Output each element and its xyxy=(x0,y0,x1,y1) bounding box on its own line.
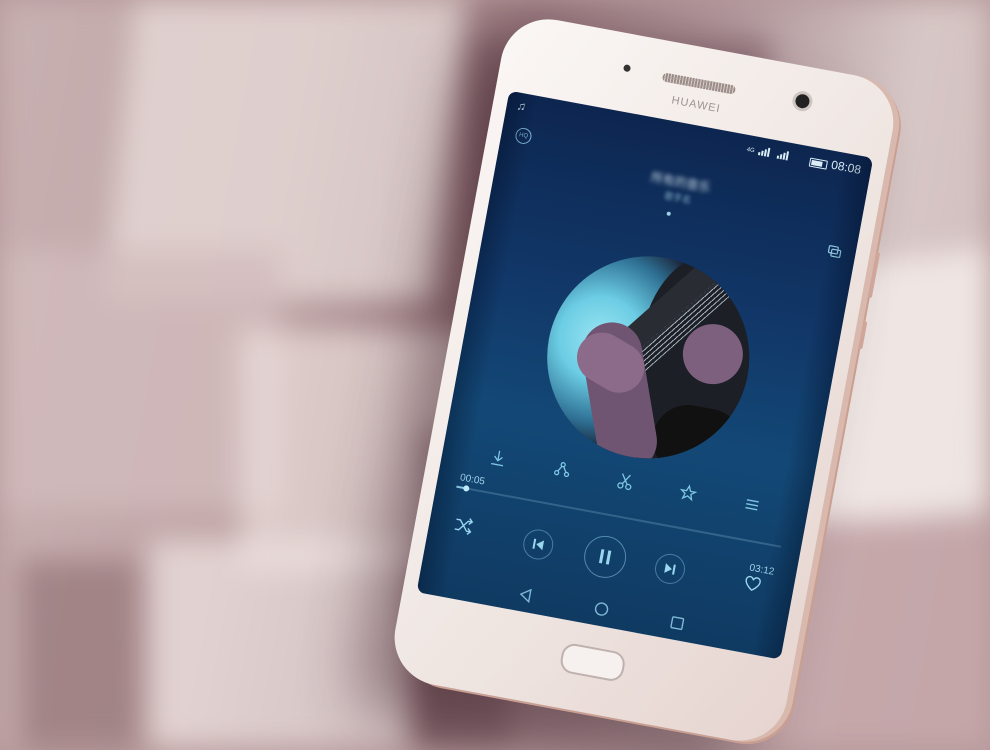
home-icon[interactable] xyxy=(592,600,611,619)
music-note-icon: ♫ xyxy=(515,98,528,114)
heart-icon[interactable] xyxy=(742,574,763,595)
home-button[interactable] xyxy=(558,641,627,683)
status-time: 08:08 xyxy=(830,157,863,177)
next-icon xyxy=(664,563,676,575)
album-art[interactable] xyxy=(530,239,766,476)
battery-icon xyxy=(808,157,829,170)
front-camera xyxy=(794,93,811,110)
shuffle-icon[interactable] xyxy=(452,514,475,537)
proximity-sensor xyxy=(622,64,632,73)
back-icon[interactable] xyxy=(517,586,536,605)
pause-icon xyxy=(598,549,612,565)
page-indicator xyxy=(666,211,672,217)
progress-knob[interactable] xyxy=(462,484,470,492)
next-button[interactable] xyxy=(652,551,688,587)
download-icon[interactable] xyxy=(486,445,512,471)
cut-icon[interactable] xyxy=(612,468,638,494)
previous-button[interactable] xyxy=(520,527,556,562)
projection-icon[interactable] xyxy=(827,243,843,259)
music-player-screen: ♫ 4G 08:08 HQ 所有的音乐 歌手名 00:05 03:12 xyxy=(416,90,874,660)
share-icon[interactable] xyxy=(549,457,575,483)
network-type: 4G xyxy=(746,146,756,155)
recents-icon[interactable] xyxy=(668,614,687,633)
previous-icon xyxy=(532,538,545,551)
signal-indicators: 4G xyxy=(746,144,790,161)
playlist-icon[interactable] xyxy=(739,492,765,518)
earpiece-speaker xyxy=(661,72,737,95)
signal-icon xyxy=(776,150,790,161)
effects-icon[interactable] xyxy=(676,480,702,506)
brand-logo: HUAWEI xyxy=(670,94,722,116)
pause-button[interactable] xyxy=(580,532,630,582)
signal-icon xyxy=(757,146,771,157)
